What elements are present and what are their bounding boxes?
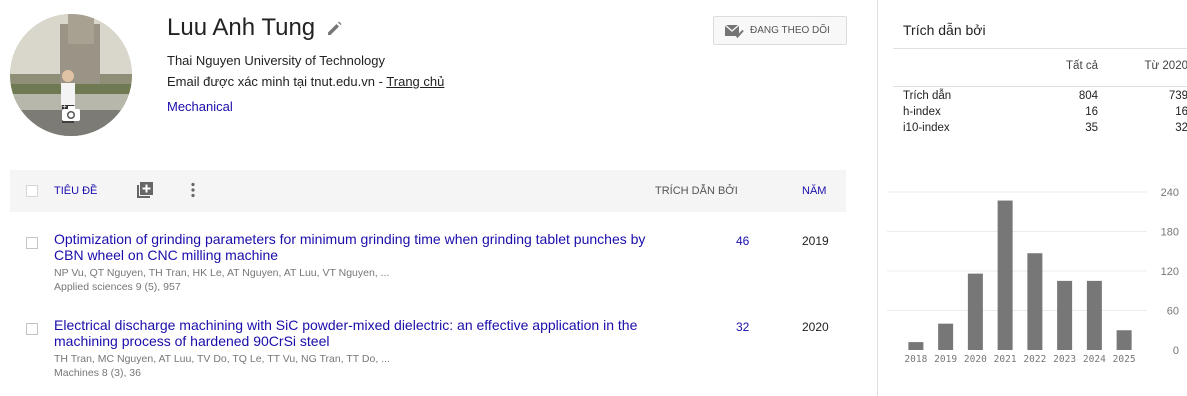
divider	[893, 48, 1187, 49]
stat-since: 739	[1168, 90, 1187, 102]
article-year: 2019	[802, 234, 829, 248]
cited-by-count[interactable]: 32	[736, 320, 749, 334]
x-tick-label: 2020	[964, 354, 987, 365]
chart-bar	[997, 200, 1013, 350]
stat-label[interactable]: Trích dẫn	[903, 90, 951, 102]
y-tick-label: 180	[1161, 227, 1179, 239]
stat-all: 35	[1085, 122, 1098, 134]
research-interest-link[interactable]: Mechanical	[167, 99, 233, 114]
chart-bar	[938, 323, 954, 350]
chart-bar	[967, 273, 983, 350]
edit-pencil-icon[interactable]	[325, 19, 343, 37]
article-venue: Machines 8 (3), 36	[54, 367, 141, 379]
stat-row-citations: Trích dẫn 804 739	[903, 90, 1187, 106]
x-tick-label: 2019	[934, 354, 957, 365]
stat-since: 32	[1175, 122, 1187, 134]
row-checkbox[interactable]	[26, 323, 38, 335]
chart-bar	[1057, 280, 1073, 350]
stat-since: 16	[1175, 106, 1187, 118]
x-tick-label: 2022	[1023, 354, 1046, 365]
x-tick-label: 2024	[1083, 354, 1106, 365]
chart-bar	[1086, 280, 1102, 350]
stat-row-h-index: h-index 16 16	[903, 106, 1187, 122]
sort-by-cited[interactable]: TRÍCH DẪN BỞI	[655, 185, 738, 197]
col-all-header: Tất cả	[1066, 60, 1098, 72]
x-tick-label: 2021	[994, 354, 1017, 365]
follow-button[interactable]: ĐANG THEO DÕI	[713, 16, 847, 45]
cited-by-title: Trích dẫn bởi	[903, 22, 986, 38]
change-photo-icon[interactable]: +	[56, 98, 86, 128]
stat-label[interactable]: h-index	[903, 106, 941, 118]
x-tick-label: 2025	[1113, 354, 1136, 365]
svg-text:+: +	[62, 103, 67, 111]
profile-name: Luu Anh Tung	[167, 14, 316, 41]
y-tick-label: 0	[1173, 345, 1179, 357]
citation-stats-table: Tất cả Từ 2020 Trích dẫn 804 739 h-index…	[903, 60, 1187, 138]
x-tick-label: 2023	[1053, 354, 1076, 365]
article-venue: Applied sciences 9 (5), 957	[54, 281, 181, 293]
homepage-link[interactable]: Trang chủ	[386, 74, 444, 89]
add-article-icon[interactable]	[136, 181, 154, 199]
y-tick-label: 240	[1161, 187, 1179, 199]
articles-table-header: TIÊU ĐỀ TRÍCH DẪN BỞI NĂM	[10, 170, 846, 212]
col-since-header: Từ 2020	[1144, 60, 1187, 72]
article-year: 2020	[802, 320, 829, 334]
stat-all: 804	[1078, 90, 1098, 102]
chart-bar	[1116, 330, 1132, 350]
more-options-icon[interactable]	[186, 181, 200, 199]
chart-bar	[1027, 253, 1043, 350]
article-authors: TH Tran, MC Nguyen, AT Luu, TV Do, TQ Le…	[54, 353, 390, 365]
y-tick-label: 120	[1161, 266, 1179, 278]
citations-per-year-chart: 0 60 120 180 240 2018 2019 2020 2021 2022 2023 2024…	[887, 187, 1179, 365]
stat-all: 16	[1085, 106, 1098, 118]
mail-check-icon	[724, 23, 744, 38]
cited-by-count[interactable]: 46	[736, 234, 749, 248]
article-title[interactable]: Electrical discharge machining with SiC …	[54, 317, 674, 349]
article-authors: NP Vu, QT Nguyen, TH Tran, HK Le, AT Ngu…	[54, 267, 390, 279]
select-all-checkbox[interactable]	[26, 185, 38, 197]
chart-bar	[908, 342, 924, 350]
follow-button-label: ĐANG THEO DÕI	[750, 25, 830, 36]
article-title[interactable]: Optimization of grinding parameters for …	[54, 231, 674, 263]
x-tick-label: 2018	[904, 354, 927, 365]
divider	[893, 86, 1187, 87]
sort-by-title[interactable]: TIÊU ĐỀ	[54, 185, 97, 197]
profile-affiliation: Thai Nguyen University of Technology	[167, 53, 385, 68]
stat-label[interactable]: i10-index	[903, 122, 950, 134]
email-verified-text: Email được xác minh tại tnut.edu.vn -	[167, 74, 387, 89]
sort-by-year[interactable]: NĂM	[802, 185, 826, 197]
y-tick-label: 60	[1167, 306, 1179, 318]
stat-row-i10-index: i10-index 35 32	[903, 122, 1187, 138]
profile-email: Email được xác minh tại tnut.edu.vn - Tr…	[167, 74, 444, 89]
row-checkbox[interactable]	[26, 237, 38, 249]
